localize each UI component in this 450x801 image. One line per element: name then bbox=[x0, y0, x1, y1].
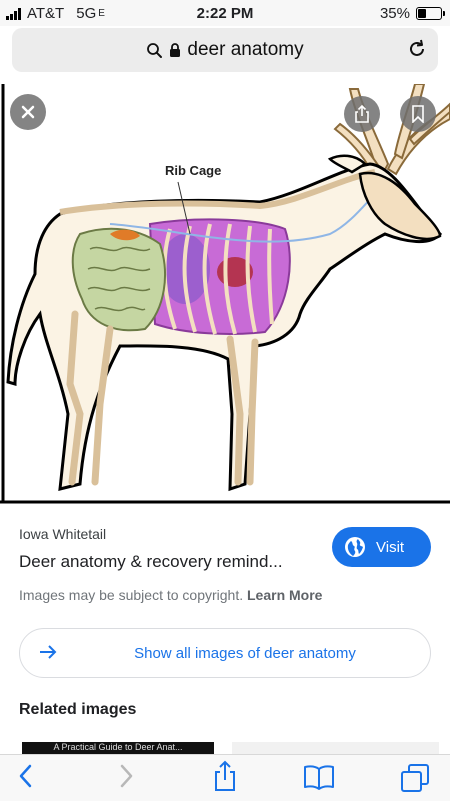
chevron-left-icon[interactable] bbox=[16, 763, 36, 789]
bookmark-icon bbox=[412, 105, 424, 123]
show-all-label: Show all images of deer anatomy bbox=[134, 645, 356, 662]
result-source[interactable]: Iowa Whitetail bbox=[19, 526, 106, 542]
copyright-notice: Images may be subject to copyright. Lear… bbox=[19, 587, 322, 603]
deer-anatomy-illustration: Rib Cage bbox=[0, 84, 450, 504]
related-thumbnail-2[interactable] bbox=[232, 742, 439, 754]
result-title[interactable]: Deer anatomy & recovery remind... bbox=[19, 552, 283, 572]
copyright-text: Images may be subject to copyright. bbox=[19, 587, 244, 603]
status-right: 35% bbox=[379, 5, 445, 22]
related-images-heading: Related images bbox=[19, 701, 137, 718]
related-thumbnail-1-text: A Practical Guide to Deer Anat... bbox=[53, 742, 183, 752]
close-icon bbox=[21, 105, 35, 119]
chevron-right-icon[interactable] bbox=[116, 763, 136, 789]
image-share-button[interactable] bbox=[344, 96, 380, 132]
book-icon[interactable] bbox=[302, 763, 336, 791]
share-icon[interactable] bbox=[212, 760, 238, 792]
image-preview[interactable]: Rib Cage bbox=[0, 84, 450, 506]
lock-icon bbox=[170, 43, 181, 57]
tabs-icon[interactable] bbox=[400, 763, 430, 793]
visit-button[interactable]: Visit bbox=[332, 527, 431, 567]
share-icon bbox=[355, 104, 369, 123]
visit-label: Visit bbox=[376, 538, 405, 556]
search-icon bbox=[147, 42, 163, 58]
browser-toolbar bbox=[0, 754, 450, 801]
address-bar[interactable]: deer anatomy bbox=[12, 28, 438, 72]
globe-icon bbox=[345, 537, 365, 557]
image-save-button[interactable] bbox=[400, 96, 436, 132]
battery-icon bbox=[416, 7, 445, 20]
close-button[interactable] bbox=[10, 94, 46, 130]
show-all-images-button[interactable]: Show all images of deer anatomy bbox=[19, 628, 431, 678]
rib-cage-label: Rib Cage bbox=[165, 163, 221, 178]
learn-more-link[interactable]: Learn More bbox=[247, 587, 322, 603]
url-text: deer anatomy bbox=[187, 39, 304, 60]
battery-percent: 35% bbox=[379, 5, 410, 22]
reload-icon[interactable] bbox=[406, 38, 428, 60]
status-bar: AT&T 5G E 2:22 PM 35% bbox=[0, 0, 450, 26]
